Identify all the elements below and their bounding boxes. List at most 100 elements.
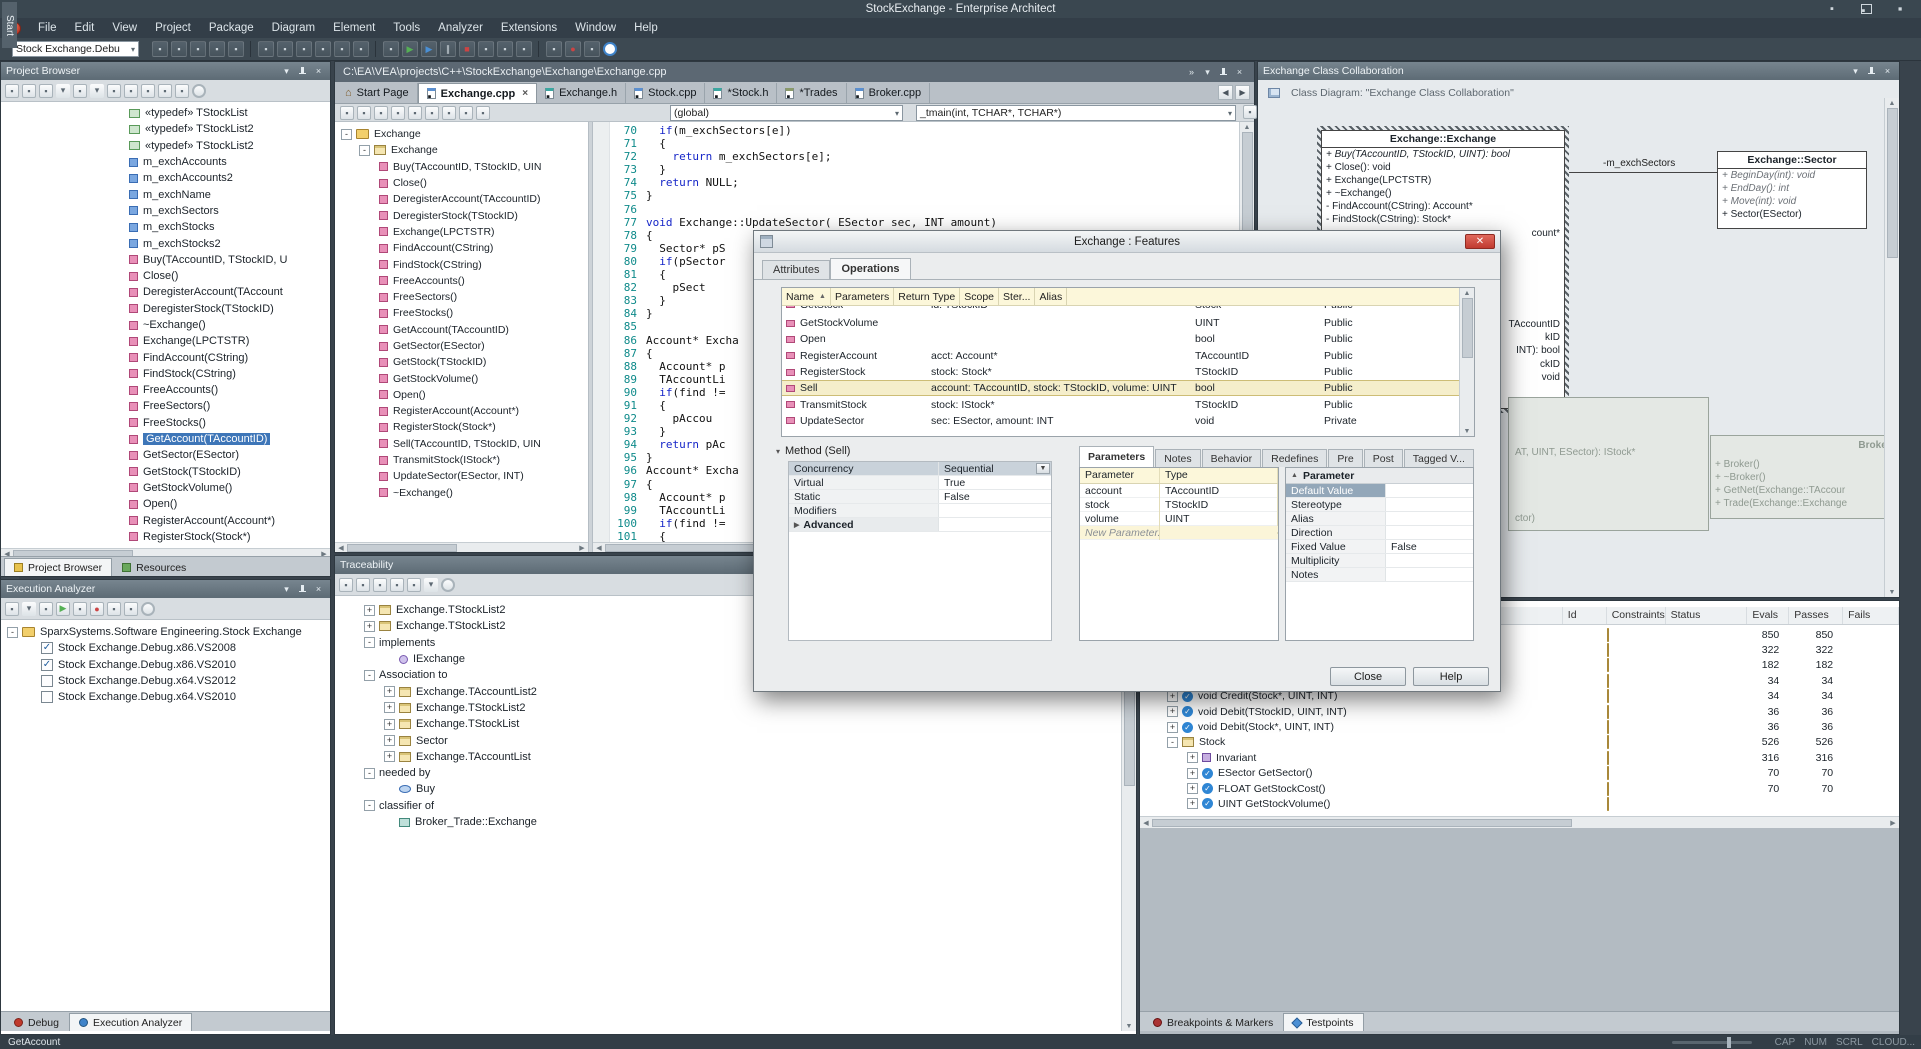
tree-item[interactable]: GetStock(TStockID) xyxy=(335,354,588,370)
tree-item[interactable]: «typedef» TStockList2 xyxy=(1,138,330,154)
tree-item[interactable]: FreeStocks() xyxy=(1,415,330,431)
dropdown-icon[interactable] xyxy=(22,602,36,616)
tree-item[interactable]: Open() xyxy=(1,496,330,512)
tree-item[interactable]: ~Exchange() xyxy=(1,317,330,333)
tree-item[interactable]: FindAccount(CString) xyxy=(1,349,330,365)
step-into-icon[interactable] xyxy=(478,41,494,57)
scroll-left-icon[interactable]: ◀ xyxy=(335,543,347,553)
find-icon[interactable] xyxy=(391,106,405,120)
tree-item[interactable]: GetSector(ESector) xyxy=(335,338,588,354)
tree-item[interactable]: RegisterAccount(Account*) xyxy=(335,403,588,419)
trace-item[interactable]: - classifier of xyxy=(335,798,1136,814)
grid-column-header[interactable]: Return Type xyxy=(894,288,960,305)
outline-icon[interactable] xyxy=(476,106,490,120)
step-over-icon[interactable] xyxy=(497,41,513,57)
new-package-icon[interactable] xyxy=(5,84,19,98)
horizontal-scrollbar[interactable]: ◀ ▶ xyxy=(335,542,588,552)
sync-icon[interactable] xyxy=(1243,105,1257,119)
dialog-subtab[interactable]: Redefines xyxy=(1262,449,1327,467)
tree-item[interactable]: RegisterAccount(Account*) xyxy=(1,512,330,528)
tree-item[interactable]: m_exchAccounts2 xyxy=(1,170,330,186)
tree-item[interactable]: «typedef» TStockList xyxy=(1,105,330,121)
panel-pin-icon[interactable] xyxy=(1865,65,1878,78)
tree-item[interactable]: Close() xyxy=(335,175,588,191)
analyzer-config-item[interactable]: Stock Exchange.Debug.x86.VS2010 xyxy=(1,657,330,673)
tree-item[interactable]: DeregisterAccount(TAccountID) xyxy=(335,191,588,207)
tab-close-icon[interactable]: × xyxy=(522,88,528,99)
analyzer-root-item[interactable]: - SparxSystems.Software Engineering.Stoc… xyxy=(1,624,330,640)
paste-icon[interactable] xyxy=(296,41,312,57)
panel-menu-icon[interactable]: ▾ xyxy=(280,65,293,78)
tree-item[interactable]: DeregisterAccount(TAccount xyxy=(1,284,330,300)
association-connector[interactable] xyxy=(1569,172,1717,173)
property-row[interactable]: ▶Concurrency Sequential▼ xyxy=(789,462,1051,476)
tree-item[interactable]: Sell(TAccountID, TStockID, UIN xyxy=(335,436,588,452)
menu-item[interactable]: Tools xyxy=(384,18,429,38)
menu-item[interactable]: Element xyxy=(324,18,384,38)
toggle-breakpoint-icon[interactable] xyxy=(408,106,422,120)
tree-item[interactable]: ~Exchange() xyxy=(335,485,588,501)
dropdown-icon[interactable]: ▼ xyxy=(1036,463,1050,474)
cut-icon[interactable] xyxy=(258,41,274,57)
tree-item[interactable]: FindStock(CString) xyxy=(1,366,330,382)
tree-item[interactable]: GetStockVolume() xyxy=(335,370,588,386)
tree-item[interactable]: - Exchange xyxy=(335,142,588,158)
indent-icon[interactable] xyxy=(459,106,473,120)
search-icon[interactable] xyxy=(209,41,225,57)
file-tab[interactable]: Exchange.h xyxy=(537,83,626,103)
scroll-down-icon[interactable]: ▼ xyxy=(1123,1021,1135,1031)
property-row[interactable]: Direction xyxy=(1286,526,1473,540)
help-ring-icon[interactable] xyxy=(441,578,455,592)
sector-class-box[interactable]: Exchange::Sector + BeginDay(int): void+ … xyxy=(1717,151,1867,229)
property-row[interactable]: ▶Modifiers ▼ xyxy=(789,504,1051,518)
new-element-icon[interactable] xyxy=(39,84,53,98)
operation-row[interactable]: Open bool Public xyxy=(782,331,1474,347)
tree-item[interactable]: m_exchStocks2 xyxy=(1,235,330,251)
column-header[interactable]: Status xyxy=(1666,607,1748,624)
tab-scroll-right-icon[interactable]: ▶ xyxy=(1235,85,1250,100)
dock-tab[interactable]: Execution Analyzer xyxy=(69,1013,192,1031)
save-icon[interactable] xyxy=(171,41,187,57)
dialog-tab[interactable]: Operations xyxy=(830,258,910,279)
collapse-icon[interactable] xyxy=(175,84,189,98)
tree-item[interactable]: GetStockVolume() xyxy=(1,480,330,496)
analyzer-config-item[interactable]: Stock Exchange.Debug.x64.VS2012 xyxy=(1,673,330,689)
dropdown-icon[interactable] xyxy=(90,84,104,98)
config-checkbox[interactable] xyxy=(41,691,53,703)
scroll-down-icon[interactable]: ▼ xyxy=(1461,426,1473,436)
menu-item[interactable]: File xyxy=(29,18,66,38)
panel-close-icon[interactable]: × xyxy=(1233,66,1246,79)
menu-item[interactable]: Window xyxy=(566,18,625,38)
property-row[interactable]: Alias xyxy=(1286,512,1473,526)
comment-icon[interactable] xyxy=(442,106,456,120)
tree-item[interactable]: «typedef» TStockList2 xyxy=(1,121,330,137)
menu-item[interactable]: Extensions xyxy=(492,18,566,38)
close-icon[interactable] xyxy=(1885,1,1915,16)
tree-item[interactable]: GetAccount(TAccountID) xyxy=(1,431,330,447)
tree-item[interactable]: Exchange(LPCTSTR) xyxy=(1,333,330,349)
testpoint-row[interactable]: + ✓ void Debit(TStockID, UINT, INT) 36 3… xyxy=(1140,704,1899,719)
scroll-up-icon[interactable]: ▲ xyxy=(1886,98,1898,108)
minimize-icon[interactable] xyxy=(1817,1,1847,16)
tree-item[interactable]: UpdateSector(ESector, INT) xyxy=(335,468,588,484)
analyzer-config-item[interactable]: Stock Exchange.Debug.x64.VS2010 xyxy=(1,689,330,705)
tree-item[interactable]: FindStock(CString) xyxy=(335,256,588,272)
properties-icon[interactable] xyxy=(228,41,244,57)
scroll-up-icon[interactable]: ▲ xyxy=(1241,122,1253,132)
copy-icon[interactable] xyxy=(277,41,293,57)
parameter-row[interactable]: account TAccountID xyxy=(1080,484,1278,498)
filter-icon[interactable] xyxy=(373,578,387,592)
analyzer-menu-icon[interactable] xyxy=(5,602,19,616)
file-tab[interactable]: Exchange.cpp × xyxy=(418,83,537,103)
build-config-combo[interactable]: Stock Exchange.Debu▾ xyxy=(12,41,139,57)
grid-column-header[interactable]: Scope xyxy=(960,288,999,305)
panel-close-icon[interactable]: × xyxy=(312,65,325,78)
dock-tab[interactable]: Project Browser xyxy=(4,558,112,576)
tree-item[interactable]: m_exchStocks xyxy=(1,219,330,235)
scroll-down-icon[interactable]: ▼ xyxy=(1886,587,1898,597)
trace-item[interactable]: + Exchange.TStockList2 xyxy=(335,700,1136,716)
column-header[interactable]: Evals xyxy=(1747,607,1789,624)
redo-icon[interactable] xyxy=(334,41,350,57)
testpoint-row[interactable]: + ✓ UINT GetStockVolume() xyxy=(1140,796,1899,811)
column-header[interactable]: Constraints xyxy=(1607,607,1666,624)
